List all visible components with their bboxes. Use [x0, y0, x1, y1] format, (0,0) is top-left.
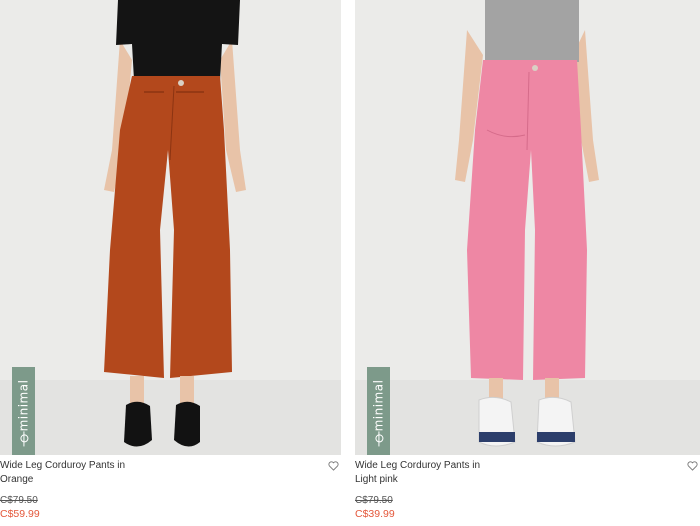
- badge-label: minimal: [371, 379, 386, 432]
- original-price: C$79.50: [355, 495, 393, 506]
- model-orange-pants: [0, 0, 341, 455]
- product-title-line1: Wide Leg Corduroy Pants in: [0, 460, 126, 471]
- original-price: C$79.50: [0, 495, 38, 506]
- minimal-badge: minimal: [367, 367, 390, 455]
- product-image[interactable]: minimal: [355, 0, 700, 455]
- product-title-line1: Wide Leg Corduroy Pants in: [355, 460, 481, 471]
- product-title-line2: Orange: [0, 474, 34, 485]
- product-card[interactable]: minimal Wide Leg Corduroy Pants in Light…: [355, 0, 700, 526]
- product-info: Wide Leg Corduroy Pants in Light pink C$…: [355, 459, 700, 520]
- sale-price: C$39.99: [355, 508, 395, 520]
- model-pink-pants: [355, 0, 700, 455]
- product-card[interactable]: minimal Wide Leg Corduroy Pants in Orang…: [0, 0, 341, 526]
- badge-label: minimal: [16, 379, 31, 432]
- heart-icon[interactable]: [328, 461, 339, 471]
- product-title[interactable]: Wide Leg Corduroy Pants in Light pink: [355, 459, 505, 487]
- minimal-badge: minimal: [12, 367, 35, 455]
- badge-icon: [375, 434, 383, 443]
- badge-icon: [20, 434, 28, 443]
- product-title[interactable]: Wide Leg Corduroy Pants in Orange: [0, 459, 150, 487]
- product-info: Wide Leg Corduroy Pants in Orange C$79.5…: [0, 459, 341, 520]
- product-image[interactable]: minimal: [0, 0, 341, 455]
- product-title-line2: Light pink: [355, 474, 398, 485]
- sale-price: C$59.99: [0, 508, 40, 520]
- heart-icon[interactable]: [687, 461, 698, 471]
